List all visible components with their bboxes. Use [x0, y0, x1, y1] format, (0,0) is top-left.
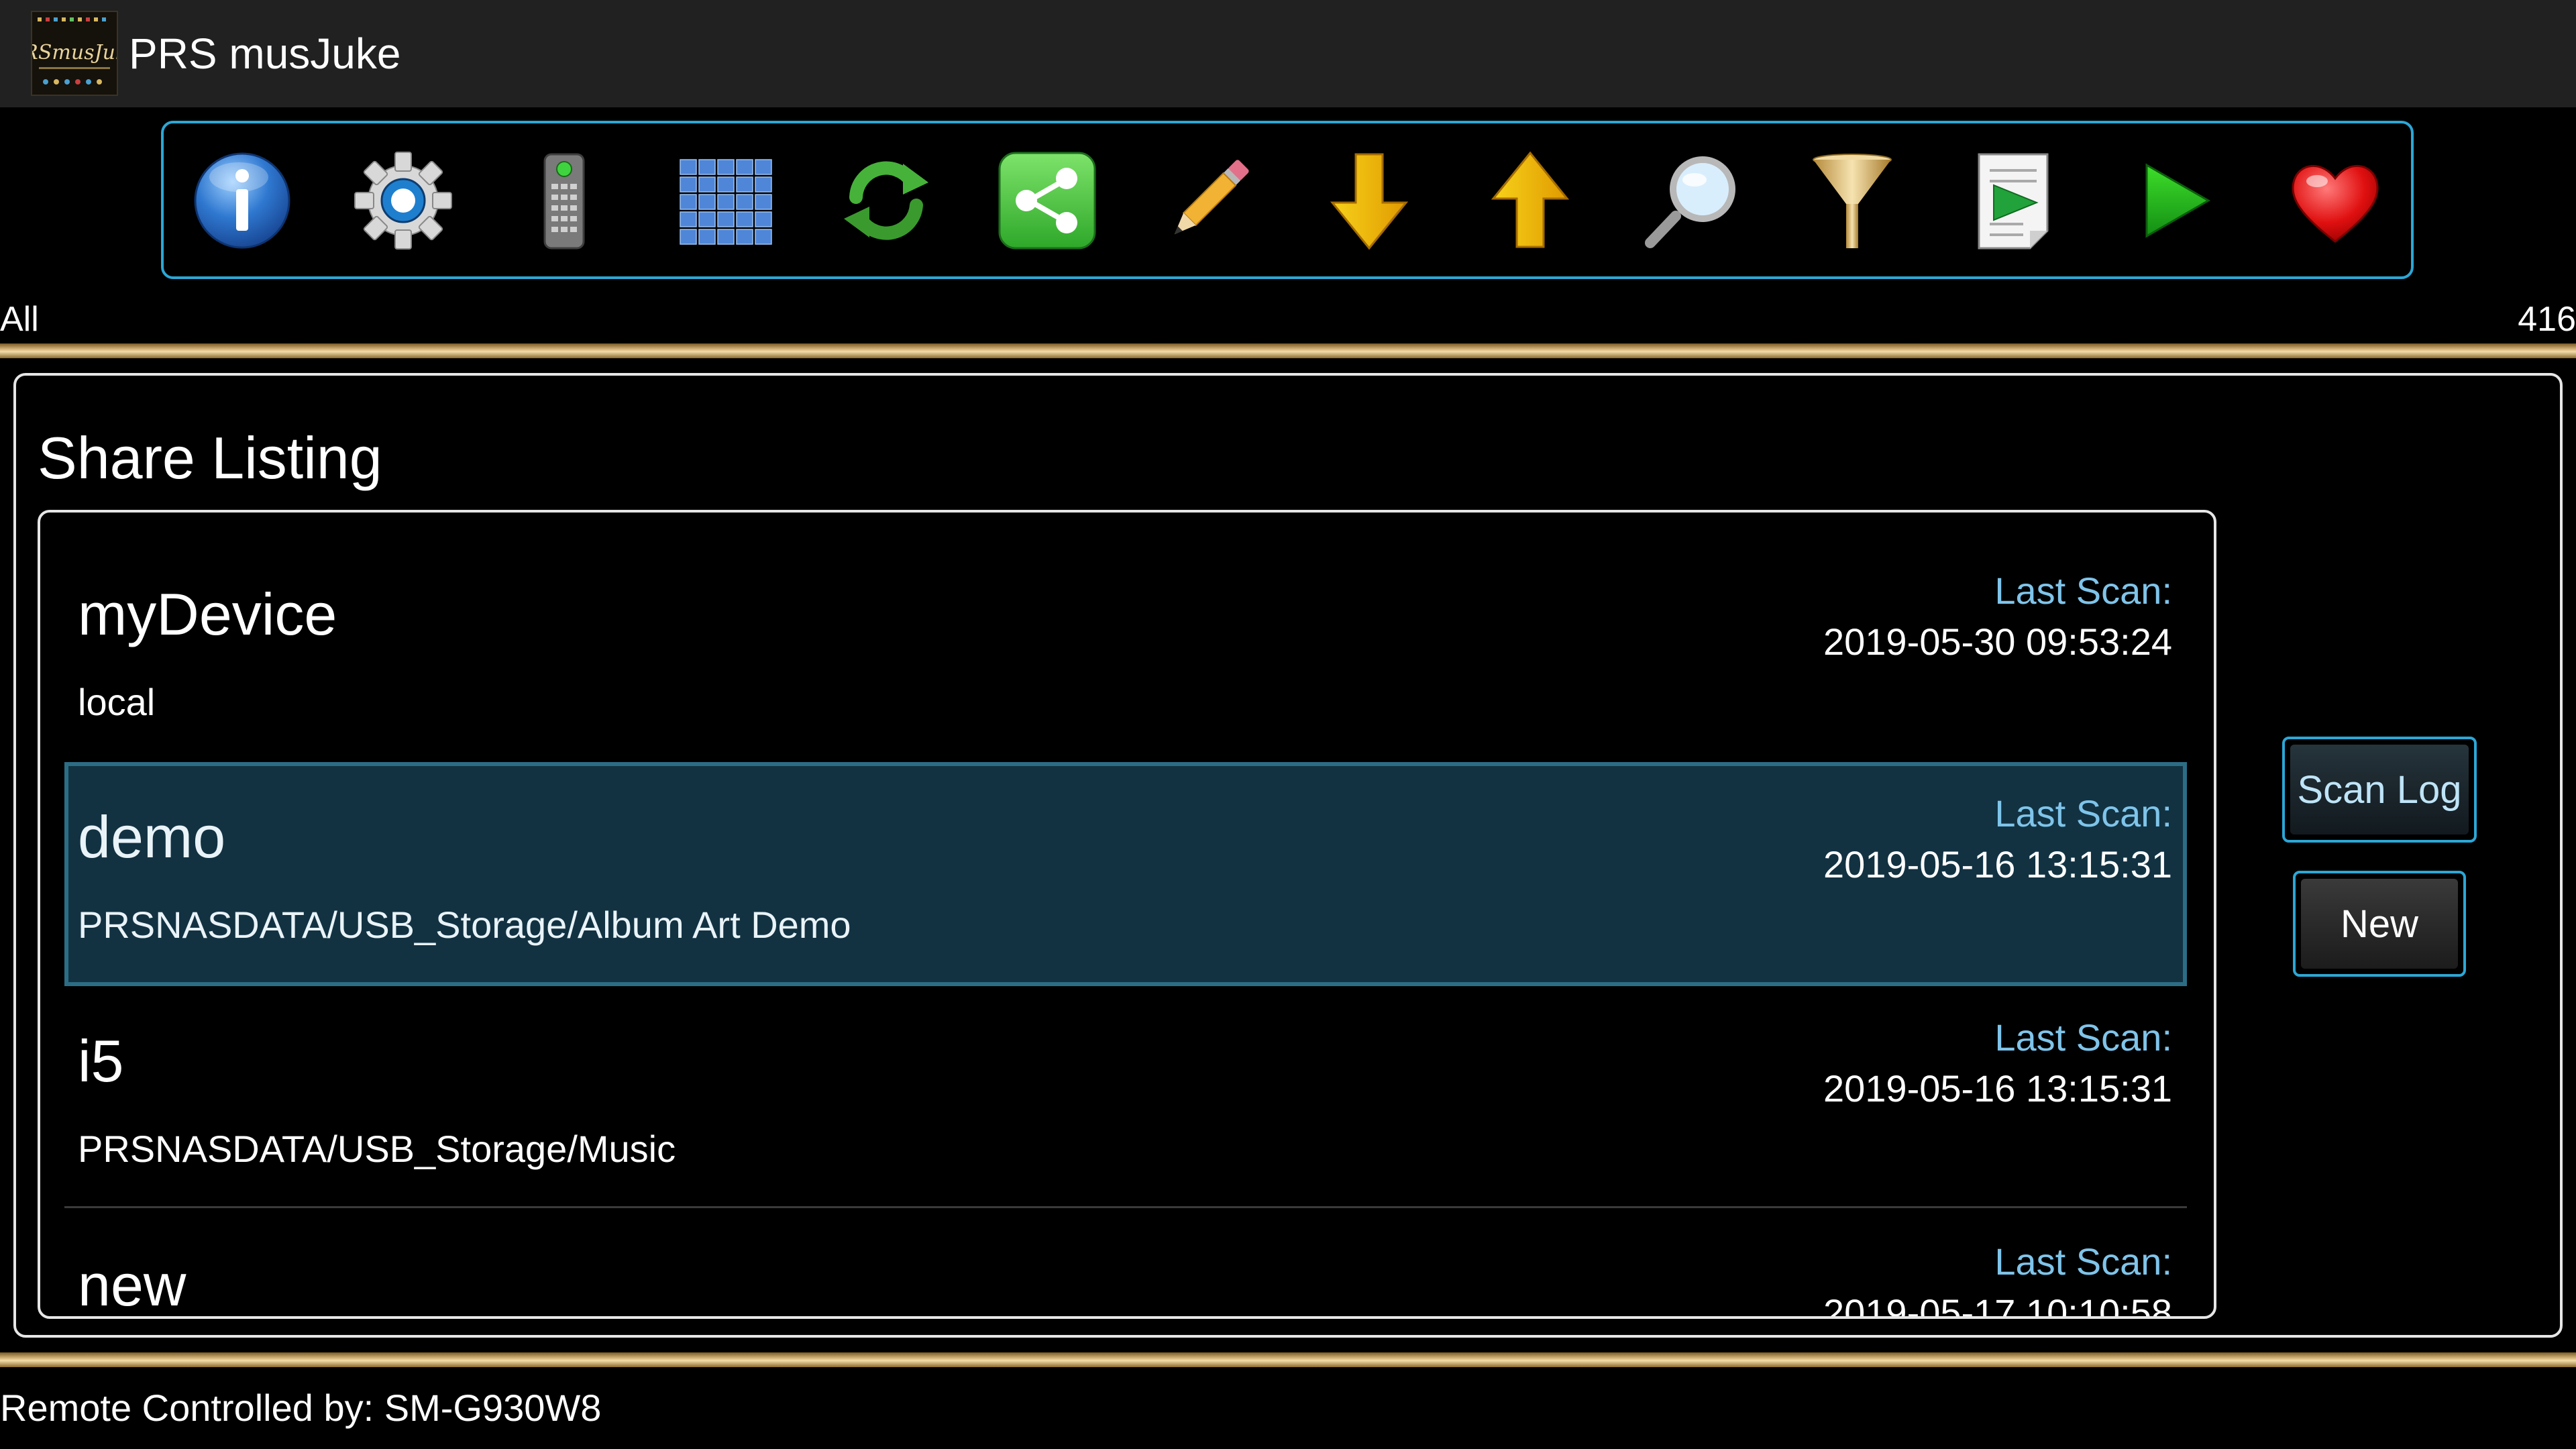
- list-separator: [64, 1206, 2187, 1208]
- last-scan-date: 2019-05-16 13:15:31: [1823, 843, 2172, 885]
- list-item-i5[interactable]: i5 PRSNASDATA/USB_Storage/Music Last Sca…: [64, 986, 2187, 1210]
- last-scan-label: Last Scan:: [1994, 570, 2172, 612]
- refresh-button[interactable]: [836, 150, 936, 251]
- share-list[interactable]: myDevice local Last Scan: 2019-05-30 09:…: [38, 510, 2216, 1319]
- last-scan-label: Last Scan:: [1994, 792, 2172, 835]
- last-scan-date: 2019-05-17 10:10:58: [1823, 1291, 2172, 1319]
- dialog-title: Share Listing: [38, 425, 382, 491]
- share-name: i5: [78, 1028, 124, 1094]
- arrow-up-icon: [1491, 151, 1570, 248]
- list-item-demo[interactable]: demo PRSNASDATA/USB_Storage/Album Art De…: [64, 762, 2187, 986]
- refresh-icon: [844, 161, 928, 240]
- favorite-button[interactable]: [2285, 150, 2385, 251]
- pencil-icon: [1174, 160, 1249, 235]
- grid-button[interactable]: [675, 150, 775, 251]
- info-button[interactable]: [192, 150, 292, 251]
- remote-control-icon: [543, 153, 585, 250]
- track-count: 416: [2518, 300, 2576, 339]
- funnel-icon: [1813, 154, 1892, 248]
- search-button[interactable]: [1641, 150, 1741, 251]
- new-share-button[interactable]: New: [2293, 871, 2466, 977]
- magnifier-icon: [1645, 156, 1735, 248]
- remote-button[interactable]: [514, 150, 614, 251]
- scan-log-button[interactable]: Scan Log: [2282, 737, 2477, 843]
- svg-text:PRSmusJuke: PRSmusJuke: [32, 41, 117, 64]
- list-item-new[interactable]: new Last Scan: 2019-05-17 10:10:58: [64, 1210, 2187, 1319]
- heart-icon: [2292, 165, 2379, 243]
- app-window: PRSmusJuke PRS musJuke: [0, 0, 2576, 1449]
- remote-control-status: Remote Controlled by: SM-G930W8: [0, 1387, 602, 1429]
- share-name: myDevice: [78, 581, 337, 647]
- play-button[interactable]: [2124, 150, 2224, 251]
- app-title: PRS musJuke: [129, 30, 401, 78]
- gear-icon: [354, 152, 452, 250]
- share-name: demo: [78, 804, 226, 870]
- share-path: PRSNASDATA/USB_Storage/Music: [78, 1128, 676, 1170]
- toolbar: [161, 121, 2414, 279]
- arrow-down-icon: [1330, 153, 1409, 250]
- new-label: New: [2301, 879, 2458, 969]
- play-icon: [2145, 163, 2211, 238]
- share-name: new: [78, 1252, 186, 1318]
- scan-log-label: Scan Log: [2290, 745, 2469, 835]
- top-divider: [0, 343, 2576, 358]
- share-icon: [998, 152, 1096, 250]
- download-button[interactable]: [1319, 150, 1419, 251]
- last-scan-label: Last Scan:: [1994, 1240, 2172, 1283]
- info-icon: [194, 152, 290, 249]
- share-path: local: [78, 681, 156, 723]
- last-scan-date: 2019-05-16 13:15:31: [1823, 1067, 2172, 1110]
- last-scan-label: Last Scan:: [1994, 1016, 2172, 1059]
- share-button[interactable]: [997, 150, 1097, 251]
- bottom-divider: [0, 1352, 2576, 1367]
- last-scan-date: 2019-05-30 09:53:24: [1823, 621, 2172, 663]
- share-listing-dialog: Share Listing myDevice local Last Scan: …: [13, 373, 2563, 1338]
- playlist-button[interactable]: [1963, 150, 2063, 251]
- app-logo: PRSmusJuke: [31, 11, 118, 96]
- list-item-mydevice[interactable]: myDevice local Last Scan: 2019-05-30 09:…: [64, 539, 2187, 763]
- title-bar: PRSmusJuke PRS musJuke: [0, 0, 2576, 107]
- share-path: PRSNASDATA/USB_Storage/Album Art Demo: [78, 904, 851, 946]
- filter-status: All: [0, 300, 39, 339]
- playlist-icon: [1978, 153, 2049, 250]
- edit-button[interactable]: [1158, 150, 1258, 251]
- upload-button[interactable]: [1480, 150, 1580, 251]
- filter-button[interactable]: [1802, 150, 1902, 251]
- settings-button[interactable]: [353, 150, 453, 251]
- grid-icon: [680, 159, 772, 245]
